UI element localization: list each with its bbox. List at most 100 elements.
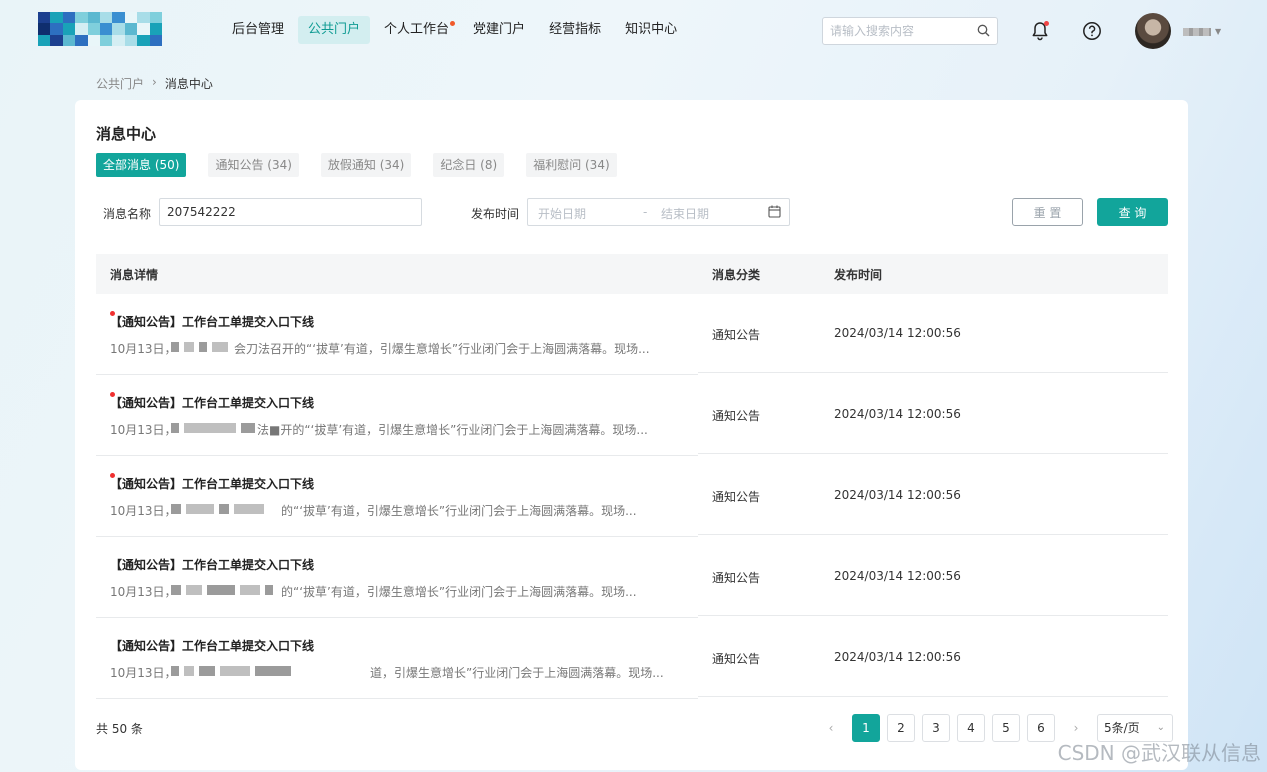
logo-pixel [137,23,150,35]
message-title: 【通知公告】工作台工单提交入口下线 [110,315,315,329]
message-center-card: 消息中心 全部消息 (50) 通知公告 (34) 放假通知 (34) 纪念日 (8) 福… [75,100,1188,770]
nav-item-3[interactable]: 党建门户 [463,16,535,44]
breadcrumb-separator: › [152,75,157,89]
page-button-4[interactable]: 4 [957,714,985,742]
mosaic-block [171,342,179,352]
message-time: 2024/03/14 12:00:56 [834,650,961,664]
watermark: CSDN @武汉联从信息 [1057,741,1261,765]
message-time: 2024/03/14 12:00:56 [834,488,961,502]
logo-pixel [112,34,125,46]
table-row[interactable]: 【通知公告】工作台工单提交入口下线 10月13日， 的“‘拔草’有道，引爆生意增长”… [96,456,1168,537]
logo-pixel [124,23,138,35]
range-separator: - [643,205,648,219]
row-divider [698,372,1168,373]
tab-2[interactable]: 放假通知 (34) [320,153,412,177]
nav-item-4[interactable]: 经营指标 [539,16,611,44]
message-date-prefix: 10月13日， [110,666,177,680]
message-category: 通知公告 [712,652,761,666]
page-button-3[interactable]: 3 [922,714,950,742]
page-button-1[interactable]: 1 [852,714,880,742]
header-detail: 消息详情 [110,268,159,282]
table-row[interactable]: 【通知公告】工作台工单提交入口下线 10月13日， 会刀法召开的“‘拔草’有道，引爆… [96,294,1168,375]
logo-pixel [38,12,51,24]
logo-pixel [38,23,51,35]
mosaic-block [265,585,273,595]
page-button-2[interactable]: 2 [887,714,915,742]
tab-0[interactable]: 全部消息 (50) [96,153,187,177]
table-header: 消息详情 消息分类 发布时间 [96,254,1168,294]
redacted-mosaic [171,341,228,353]
mosaic-block [199,666,215,676]
page-button-6[interactable]: 6 [1027,714,1055,742]
nav-item-label: 后台管理 [232,22,285,37]
avatar[interactable] [1135,13,1171,49]
logo-pixel [50,23,63,35]
row-divider [698,534,1168,535]
logo-pixel [137,34,150,46]
category-tabs: 全部消息 (50) 通知公告 (34) 放假通知 (34) 纪念日 (8) 福利慰问 (… [96,153,617,177]
help-icon[interactable] [1082,21,1102,45]
logo-pixel [87,23,100,35]
logo-pixel [62,12,76,24]
reset-button[interactable]: 重 置 [1012,198,1083,226]
logo-pixel [99,12,113,24]
notification-dot [1044,21,1049,26]
logo-pixel [124,34,138,46]
mosaic-block [212,342,228,352]
message-category: 通知公告 [712,490,761,504]
header-time: 发布时间 [834,268,883,282]
tab-4[interactable]: 福利慰问 (34) [526,153,617,177]
mosaic-block [199,342,207,352]
mosaic-block [207,585,235,595]
nav-item-0[interactable]: 后台管理 [222,16,294,44]
start-date-input[interactable]: 开始日期 [538,205,586,222]
message-name-input[interactable] [159,198,422,226]
table-row[interactable]: 【通知公告】工作台工单提交入口下线 10月13日， 的“‘拔草’有道，引爆生意增长”… [96,537,1168,618]
search-icon[interactable] [977,24,990,41]
tab-3[interactable]: 纪念日 (8) [433,153,505,177]
message-summary: 的“‘拔草’有道，引爆生意增长”行业闭门会于上海圆满落幕。现场... [281,504,637,518]
calendar-icon[interactable] [768,205,781,221]
table-row[interactable]: 【通知公告】工作台工单提交入口下线 10月13日， 道，引爆生意增长”行业闭门会于上… [96,618,1168,699]
nav-item-5[interactable]: 知识中心 [615,16,687,44]
message-category: 通知公告 [712,571,761,585]
tab-1[interactable]: 通知公告 (34) [208,153,299,177]
search-box[interactable] [822,17,998,45]
breadcrumb-parent[interactable]: 公共门户 [96,75,144,92]
nav-badge-dot [450,21,456,26]
nav-item-label: 公共门户 [308,22,361,37]
prev-page-icon[interactable]: ‹ [817,714,845,742]
caret-down-icon[interactable]: ▼ [1215,27,1221,36]
logo-pixel [149,34,162,46]
page-button-5[interactable]: 5 [992,714,1020,742]
end-date-input[interactable]: 结束日期 [661,205,709,222]
username-masked[interactable] [1183,28,1211,36]
message-category: 通知公告 [712,328,761,342]
nav-item-1[interactable]: 公共门户 [298,16,371,44]
logo-pixel [75,12,88,24]
redacted-mosaic [171,665,291,677]
message-category: 通知公告 [712,409,761,423]
message-title: 【通知公告】工作台工单提交入口下线 [110,639,315,653]
breadcrumb: 公共门户 › 消息中心 [96,75,213,92]
date-range-picker[interactable]: 开始日期 - 结束日期 [527,198,790,226]
row-divider [698,453,1168,454]
mosaic-block [171,585,181,595]
message-date-prefix: 10月13日， [110,342,177,356]
logo-pixel [99,34,113,46]
logo-pixel [38,34,51,46]
message-summary: 会刀法召开的“‘拔草’有道，引爆生意增长”行业闭门会于上海圆满落幕。现场... [234,342,650,356]
row-divider [698,696,1168,697]
logo-pixel [62,34,76,46]
mosaic-block [255,666,291,676]
redacted-mosaic [171,584,273,596]
main-nav: 后台管理 公共门户 个人工作台 党建门户 经营指标 知识中心 [222,16,687,44]
nav-item-2[interactable]: 个人工作台 [374,16,459,44]
search-input[interactable] [823,18,963,44]
logo-pixel [149,12,162,24]
query-button[interactable]: 查 询 [1097,198,1168,226]
table-row[interactable]: 【通知公告】工作台工单提交入口下线 10月13日， 法■开的“‘拔草’有道，引爆生意… [96,375,1168,456]
logo[interactable] [38,12,162,46]
nav-item-label: 个人工作台 [384,22,450,37]
redacted-mosaic [171,422,255,434]
